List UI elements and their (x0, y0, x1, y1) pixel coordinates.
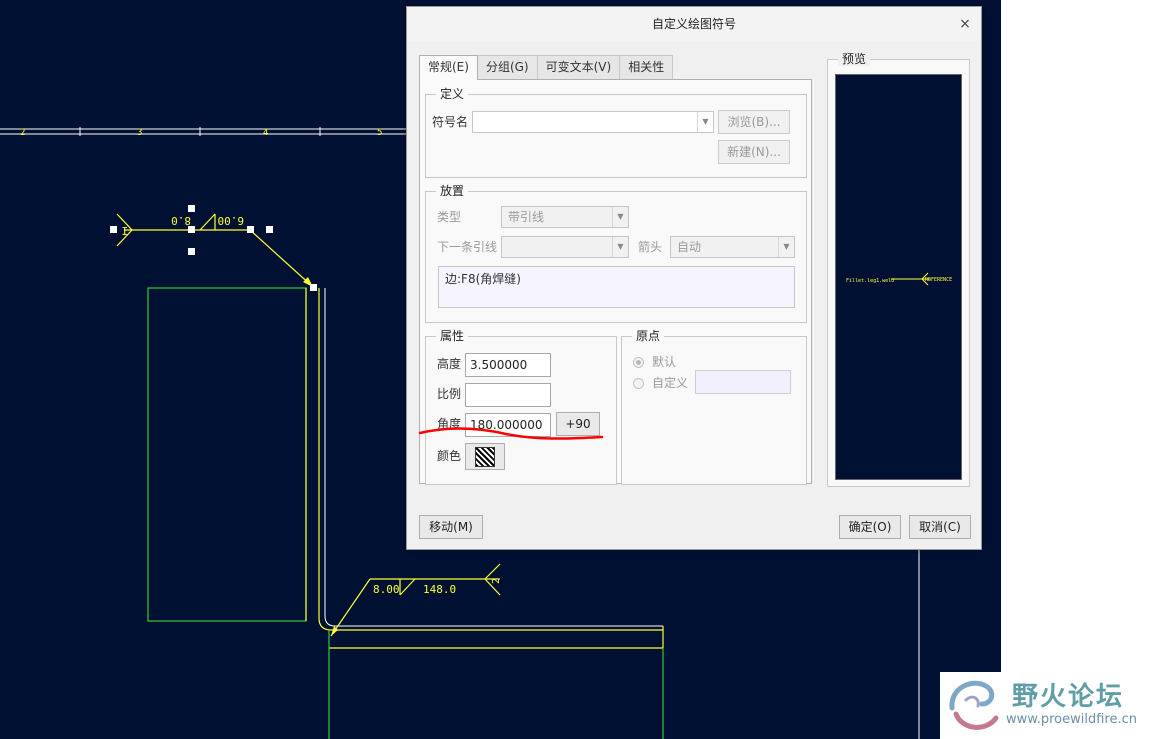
properties-group: 属性 高度 3.500000 比例 角度 180.000000 +90 颜色 (418, 329, 617, 485)
dialog-titlebar[interactable]: 自定义绘图符号 × (407, 7, 981, 41)
type-select[interactable]: 带引线 ▼ (501, 206, 629, 228)
symbol-name-label: 符号名 (432, 115, 469, 129)
selection-handle[interactable] (310, 284, 317, 291)
watermark-url: www.proewildfire.cn (1006, 712, 1137, 727)
preview-svg: Fillet.leg1.weld REFERENCE (846, 272, 952, 286)
properties-legend: 属性 (436, 329, 469, 343)
custom-radio[interactable] (633, 378, 644, 389)
tab-general[interactable]: 常规(E) (419, 55, 478, 80)
red-underline-annotation (418, 427, 604, 440)
general-tab-panel: 定义 符号名 ▼ 浏览(B)... 新建(N)... 放置 类型 带引线 ▼ 下… (418, 79, 812, 485)
tab-variable-text[interactable]: 可变文本(V) (536, 55, 621, 79)
scale-input[interactable] (465, 383, 551, 407)
weld-size-text: 6.00 (218, 214, 245, 227)
type-value: 带引线 (508, 210, 545, 224)
preview-legend: 预览 (838, 52, 871, 66)
height-input[interactable]: 3.500000 (465, 353, 551, 377)
next-leader-select[interactable]: ▼ (501, 236, 629, 258)
top-weld-symbol[interactable]: I 8.0 6.00 (110, 205, 317, 291)
forum-watermark: 野火论坛 www.proewildfire.cn (940, 672, 1152, 739)
part-outline-green (147, 287, 307, 622)
new-button[interactable]: 新建(N)... (718, 140, 790, 164)
weld-leg-text: 8.0 (171, 214, 191, 227)
selection-handle[interactable] (188, 248, 195, 255)
preview-group: 预览 Fillet.leg1.weld REFERENCE (827, 52, 970, 487)
tab-grouping[interactable]: 分组(G) (476, 55, 538, 79)
weld-fillet-mark (399, 578, 416, 596)
arrow-select[interactable]: 自动 ▼ (670, 236, 795, 258)
ruler-label: 5 (377, 128, 382, 138)
ok-button[interactable]: 确定(O) (839, 515, 901, 539)
chevron-down-icon: ▼ (778, 237, 794, 257)
selection-handle[interactable] (188, 226, 195, 233)
ruler-label: 3 (137, 128, 142, 138)
default-radio[interactable] (633, 357, 644, 368)
weld-fillet-mark (199, 213, 216, 231)
browse-button[interactable]: 浏览(B)... (718, 110, 790, 134)
tab-dependencies[interactable]: 相关性 (619, 55, 674, 79)
placement-legend: 放置 (436, 184, 469, 198)
move-button[interactable]: 移动(M) (419, 515, 483, 539)
arrow-value: 自动 (677, 240, 702, 254)
origin-group: 原点 默认 自定义 (621, 329, 807, 485)
attach-reference-box[interactable]: 边:F8(角焊缝) (438, 266, 795, 308)
weld-leader (330, 578, 371, 637)
definition-group: 定义 符号名 ▼ 浏览(B)... 新建(N)... (425, 87, 807, 178)
watermark-title: 野火论坛 (1012, 682, 1125, 712)
attach-reference-text: 边:F8(角焊缝) (445, 272, 521, 286)
symbol-name-select[interactable]: ▼ (472, 111, 714, 133)
tab-bar: 常规(E) 分组(G) 可变文本(V) 相关性 (419, 55, 674, 80)
selection-handle[interactable] (188, 205, 195, 212)
dialog-title: 自定义绘图符号 (651, 17, 736, 31)
chevron-down-icon: ▼ (612, 237, 628, 257)
weld-leg-text: 8.00 (373, 583, 400, 596)
preview-left-text: Fillet.leg1.weld (846, 278, 894, 284)
next-leader-label: 下一条引线 (437, 240, 498, 254)
forum-logo-icon (949, 680, 999, 730)
selection-handle[interactable] (110, 226, 117, 233)
ruler-label: 4 (263, 128, 268, 138)
custom-drawing-symbol-dialog: 自定义绘图符号 × 常规(E) 分组(G) 可变文本(V) 相关性 定义 符号名… (406, 6, 982, 550)
bottom-weld-symbol[interactable]: 8.00 148.0 2 (330, 563, 502, 637)
chevron-down-icon: ▼ (697, 112, 713, 132)
preview-canvas[interactable]: Fillet.leg1.weld REFERENCE (835, 74, 962, 480)
weld-tail-text: 2 (491, 578, 502, 584)
origin-legend: 原点 (632, 329, 665, 343)
color-button[interactable] (465, 443, 505, 470)
height-label: 高度 (437, 357, 462, 371)
weld-length-text: 148.0 (423, 583, 456, 596)
placement-group: 放置 类型 带引线 ▼ 下一条引线 ▼ 箭头 自动 ▼ 边:F8(角焊缝) (425, 184, 807, 323)
scale-label: 比例 (437, 387, 462, 401)
cancel-button[interactable]: 取消(C) (909, 515, 971, 539)
color-label: 颜色 (437, 449, 462, 463)
weld-tail-text: I (121, 224, 128, 237)
chevron-down-icon: ▼ (612, 207, 628, 227)
definition-legend: 定义 (436, 87, 469, 101)
custom-label: 自定义 (652, 376, 689, 390)
weld-leader (249, 229, 314, 288)
selection-handle[interactable] (247, 226, 254, 233)
color-swatch-icon (475, 447, 495, 467)
arrow-label: 箭头 (638, 240, 663, 254)
selection-handle[interactable] (266, 226, 273, 233)
type-label: 类型 (437, 210, 462, 224)
close-icon[interactable]: × (957, 7, 973, 41)
default-label: 默认 (652, 355, 677, 369)
preview-right-text: REFERENCE (925, 277, 952, 283)
ruler-label: 2 (20, 128, 25, 138)
custom-origin-input[interactable] (695, 370, 791, 394)
